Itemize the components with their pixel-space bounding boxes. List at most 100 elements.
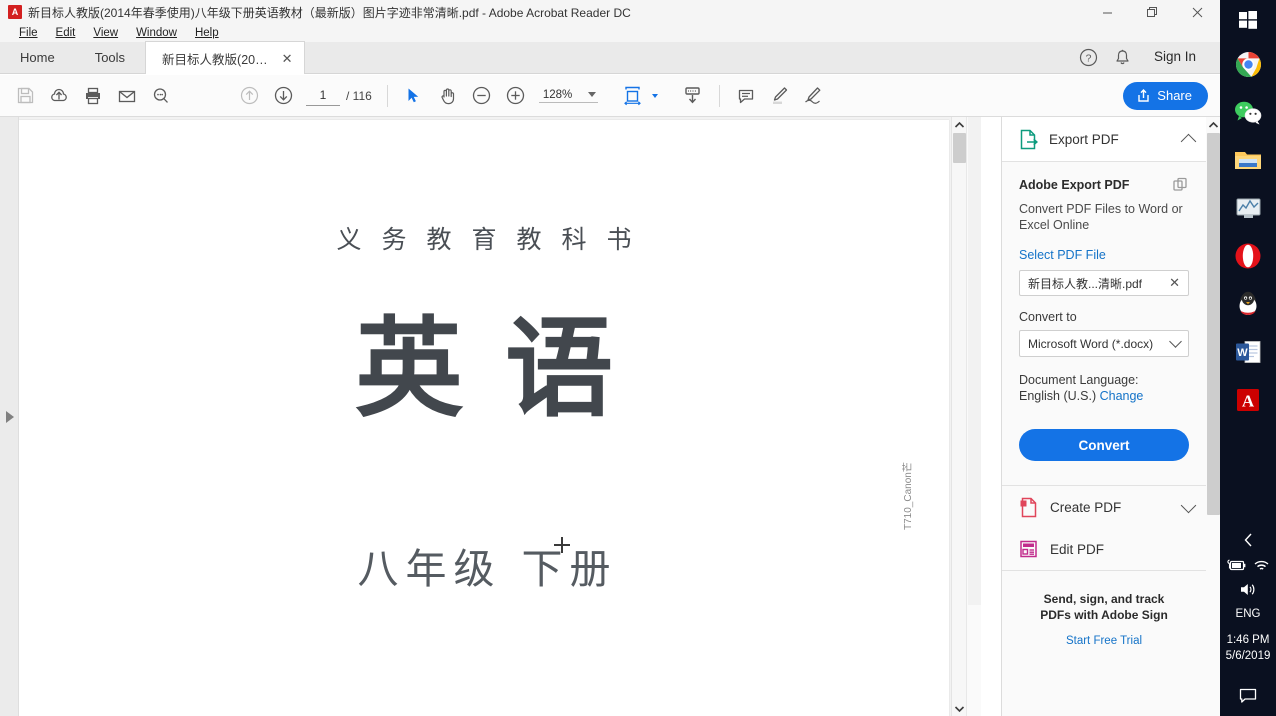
zoom-out-icon[interactable] bbox=[465, 80, 499, 112]
pdf-page: 义务教育教科书 英语 八年级 下册 T710_Canon芒 bbox=[19, 120, 949, 716]
tab-tools[interactable]: Tools bbox=[75, 41, 145, 73]
pane-vertical-scrollbar[interactable] bbox=[966, 117, 981, 716]
main-toolbar: / 116 128% bbox=[0, 75, 1220, 117]
clock-date[interactable]: 5/6/2019 bbox=[1220, 648, 1276, 676]
document-scrollbar-thumb[interactable] bbox=[953, 133, 966, 163]
file-explorer-icon[interactable] bbox=[1220, 136, 1276, 184]
page-number-input[interactable] bbox=[306, 85, 340, 106]
menu-file-label: File bbox=[19, 27, 38, 39]
wifi-icon[interactable] bbox=[1254, 559, 1270, 572]
print-icon[interactable] bbox=[76, 80, 110, 112]
menu-file[interactable]: File bbox=[10, 24, 47, 42]
share-button[interactable]: Share bbox=[1123, 81, 1208, 110]
bell-icon[interactable] bbox=[1108, 42, 1138, 72]
menu-edit-label: Edit bbox=[55, 27, 76, 39]
document-language-label: Document Language: bbox=[1019, 373, 1139, 387]
edit-pdf-row[interactable]: Edit PDF bbox=[1002, 528, 1206, 570]
language-indicator[interactable]: ENG bbox=[1220, 601, 1276, 632]
remove-file-icon[interactable]: ✕ bbox=[1167, 275, 1182, 291]
document-language: Document Language: English (U.S.) Change bbox=[1019, 373, 1189, 403]
word-icon[interactable]: W bbox=[1220, 328, 1276, 376]
system-tray: ENG 1:46 PM 5/6/2019 bbox=[1220, 527, 1276, 716]
notification-icon bbox=[1239, 688, 1257, 703]
convert-to-select[interactable]: Microsoft Word (*.docx) bbox=[1019, 330, 1189, 357]
pane-scrollbar-thumb[interactable] bbox=[968, 117, 981, 605]
panel-spacer bbox=[1002, 461, 1206, 485]
page-total-label: / 116 bbox=[346, 88, 372, 103]
menu-help[interactable]: Help bbox=[186, 24, 228, 42]
tools-panel-scrollbar[interactable] bbox=[1206, 117, 1221, 716]
menu-window[interactable]: Window bbox=[127, 24, 186, 42]
acrobat-icon[interactable]: A bbox=[1220, 376, 1276, 424]
tools-panel: Export PDF Adobe Export PDF Convert PDF … bbox=[1001, 117, 1221, 716]
close-icon[interactable]: ✕ bbox=[280, 52, 294, 65]
zoom-level-selector[interactable]: 128% bbox=[538, 89, 598, 103]
comment-icon[interactable] bbox=[729, 80, 763, 112]
select-tool-icon[interactable] bbox=[397, 80, 431, 112]
page-vertical-note: T710_Canon芒 bbox=[903, 462, 914, 530]
zoom-in-icon[interactable] bbox=[499, 80, 533, 112]
acrobat-app-icon: A bbox=[8, 5, 22, 19]
tools-panel-scrollbar-thumb[interactable] bbox=[1207, 133, 1220, 515]
navigation-pane[interactable] bbox=[0, 117, 19, 716]
export-pdf-label: Export PDF bbox=[1049, 131, 1119, 147]
tab-document[interactable]: 新目标人教版(2014... ✕ bbox=[145, 41, 306, 74]
sign-in-button[interactable]: Sign In bbox=[1142, 42, 1208, 72]
select-pdf-file-link[interactable]: Select PDF File bbox=[1019, 248, 1189, 262]
menu-edit[interactable]: Edit bbox=[47, 24, 85, 42]
windows-taskbar: W A ENG 1:46 PM 5/6/2019 bbox=[1220, 0, 1276, 716]
expand-navigation-pane-icon[interactable] bbox=[6, 411, 14, 423]
next-page-icon[interactable] bbox=[266, 80, 300, 112]
page-navigator: / 116 bbox=[306, 85, 372, 106]
start-button[interactable] bbox=[1220, 0, 1276, 40]
email-icon[interactable] bbox=[110, 80, 144, 112]
menu-view[interactable]: View bbox=[84, 24, 127, 42]
opera-icon[interactable] bbox=[1220, 232, 1276, 280]
chrome-icon[interactable] bbox=[1220, 40, 1276, 88]
scroll-up-icon[interactable] bbox=[952, 117, 966, 132]
chevron-down-icon bbox=[1169, 335, 1182, 348]
tray-status-icons bbox=[1220, 553, 1276, 577]
tab-home-label: Home bbox=[20, 49, 55, 65]
notifications-button[interactable] bbox=[1220, 676, 1276, 716]
previous-page-icon[interactable] bbox=[232, 80, 266, 112]
minimize-button[interactable] bbox=[1085, 0, 1130, 24]
chevron-down-icon[interactable] bbox=[1180, 497, 1197, 513]
fill-and-sign-icon[interactable] bbox=[797, 80, 831, 112]
scroll-down-icon[interactable] bbox=[952, 701, 966, 716]
qq-icon[interactable] bbox=[1220, 280, 1276, 328]
search-icon[interactable] bbox=[144, 80, 178, 112]
wechat-icon[interactable] bbox=[1220, 88, 1276, 136]
media-icon[interactable] bbox=[1220, 184, 1276, 232]
menu-window-label: Window bbox=[136, 27, 177, 39]
chevron-up-icon[interactable] bbox=[1180, 133, 1197, 149]
change-language-link[interactable]: Change bbox=[1100, 389, 1144, 403]
title-bar: A 新目标人教版(2014年春季使用)八年级下册英语教材（最新版）图片字迹非常清… bbox=[0, 0, 1220, 24]
create-pdf-row[interactable]: Create PDF bbox=[1002, 486, 1206, 528]
help-circle-icon[interactable]: ? bbox=[1074, 42, 1104, 72]
create-pdf-label: Create PDF bbox=[1050, 499, 1122, 515]
save-icon[interactable] bbox=[8, 80, 42, 112]
maximize-button[interactable] bbox=[1130, 0, 1175, 24]
close-button[interactable] bbox=[1175, 0, 1220, 24]
panel-scroll-up-icon[interactable] bbox=[1206, 117, 1221, 132]
save-to-cloud-icon[interactable] bbox=[42, 80, 76, 112]
selected-file-box: 新目标人教...清晰.pdf ✕ bbox=[1019, 270, 1189, 296]
battery-icon[interactable] bbox=[1226, 559, 1246, 572]
hand-tool-icon[interactable] bbox=[431, 80, 465, 112]
tray-expand-button[interactable] bbox=[1220, 527, 1276, 553]
document-language-row: English (U.S.) Change bbox=[1019, 389, 1189, 403]
document-view[interactable]: 义务教育教科书 英语 八年级 下册 T710_Canon芒 bbox=[19, 117, 966, 716]
export-pdf-header[interactable]: Export PDF bbox=[1002, 117, 1206, 162]
convert-button[interactable]: Convert bbox=[1019, 429, 1189, 461]
highlight-icon[interactable] bbox=[763, 80, 797, 112]
document-vertical-scrollbar[interactable] bbox=[951, 117, 966, 716]
tab-home[interactable]: Home bbox=[0, 41, 75, 73]
start-free-trial-link[interactable]: Start Free Trial bbox=[1012, 635, 1196, 647]
fit-page-icon[interactable] bbox=[616, 80, 650, 112]
clock-time[interactable]: 1:46 PM bbox=[1220, 632, 1276, 648]
page-grade-line: 八年级 下册 bbox=[357, 545, 618, 593]
fit-options-chevron-icon[interactable] bbox=[651, 93, 658, 98]
volume-button[interactable] bbox=[1220, 577, 1276, 601]
scrolling-mode-icon[interactable] bbox=[676, 80, 710, 112]
